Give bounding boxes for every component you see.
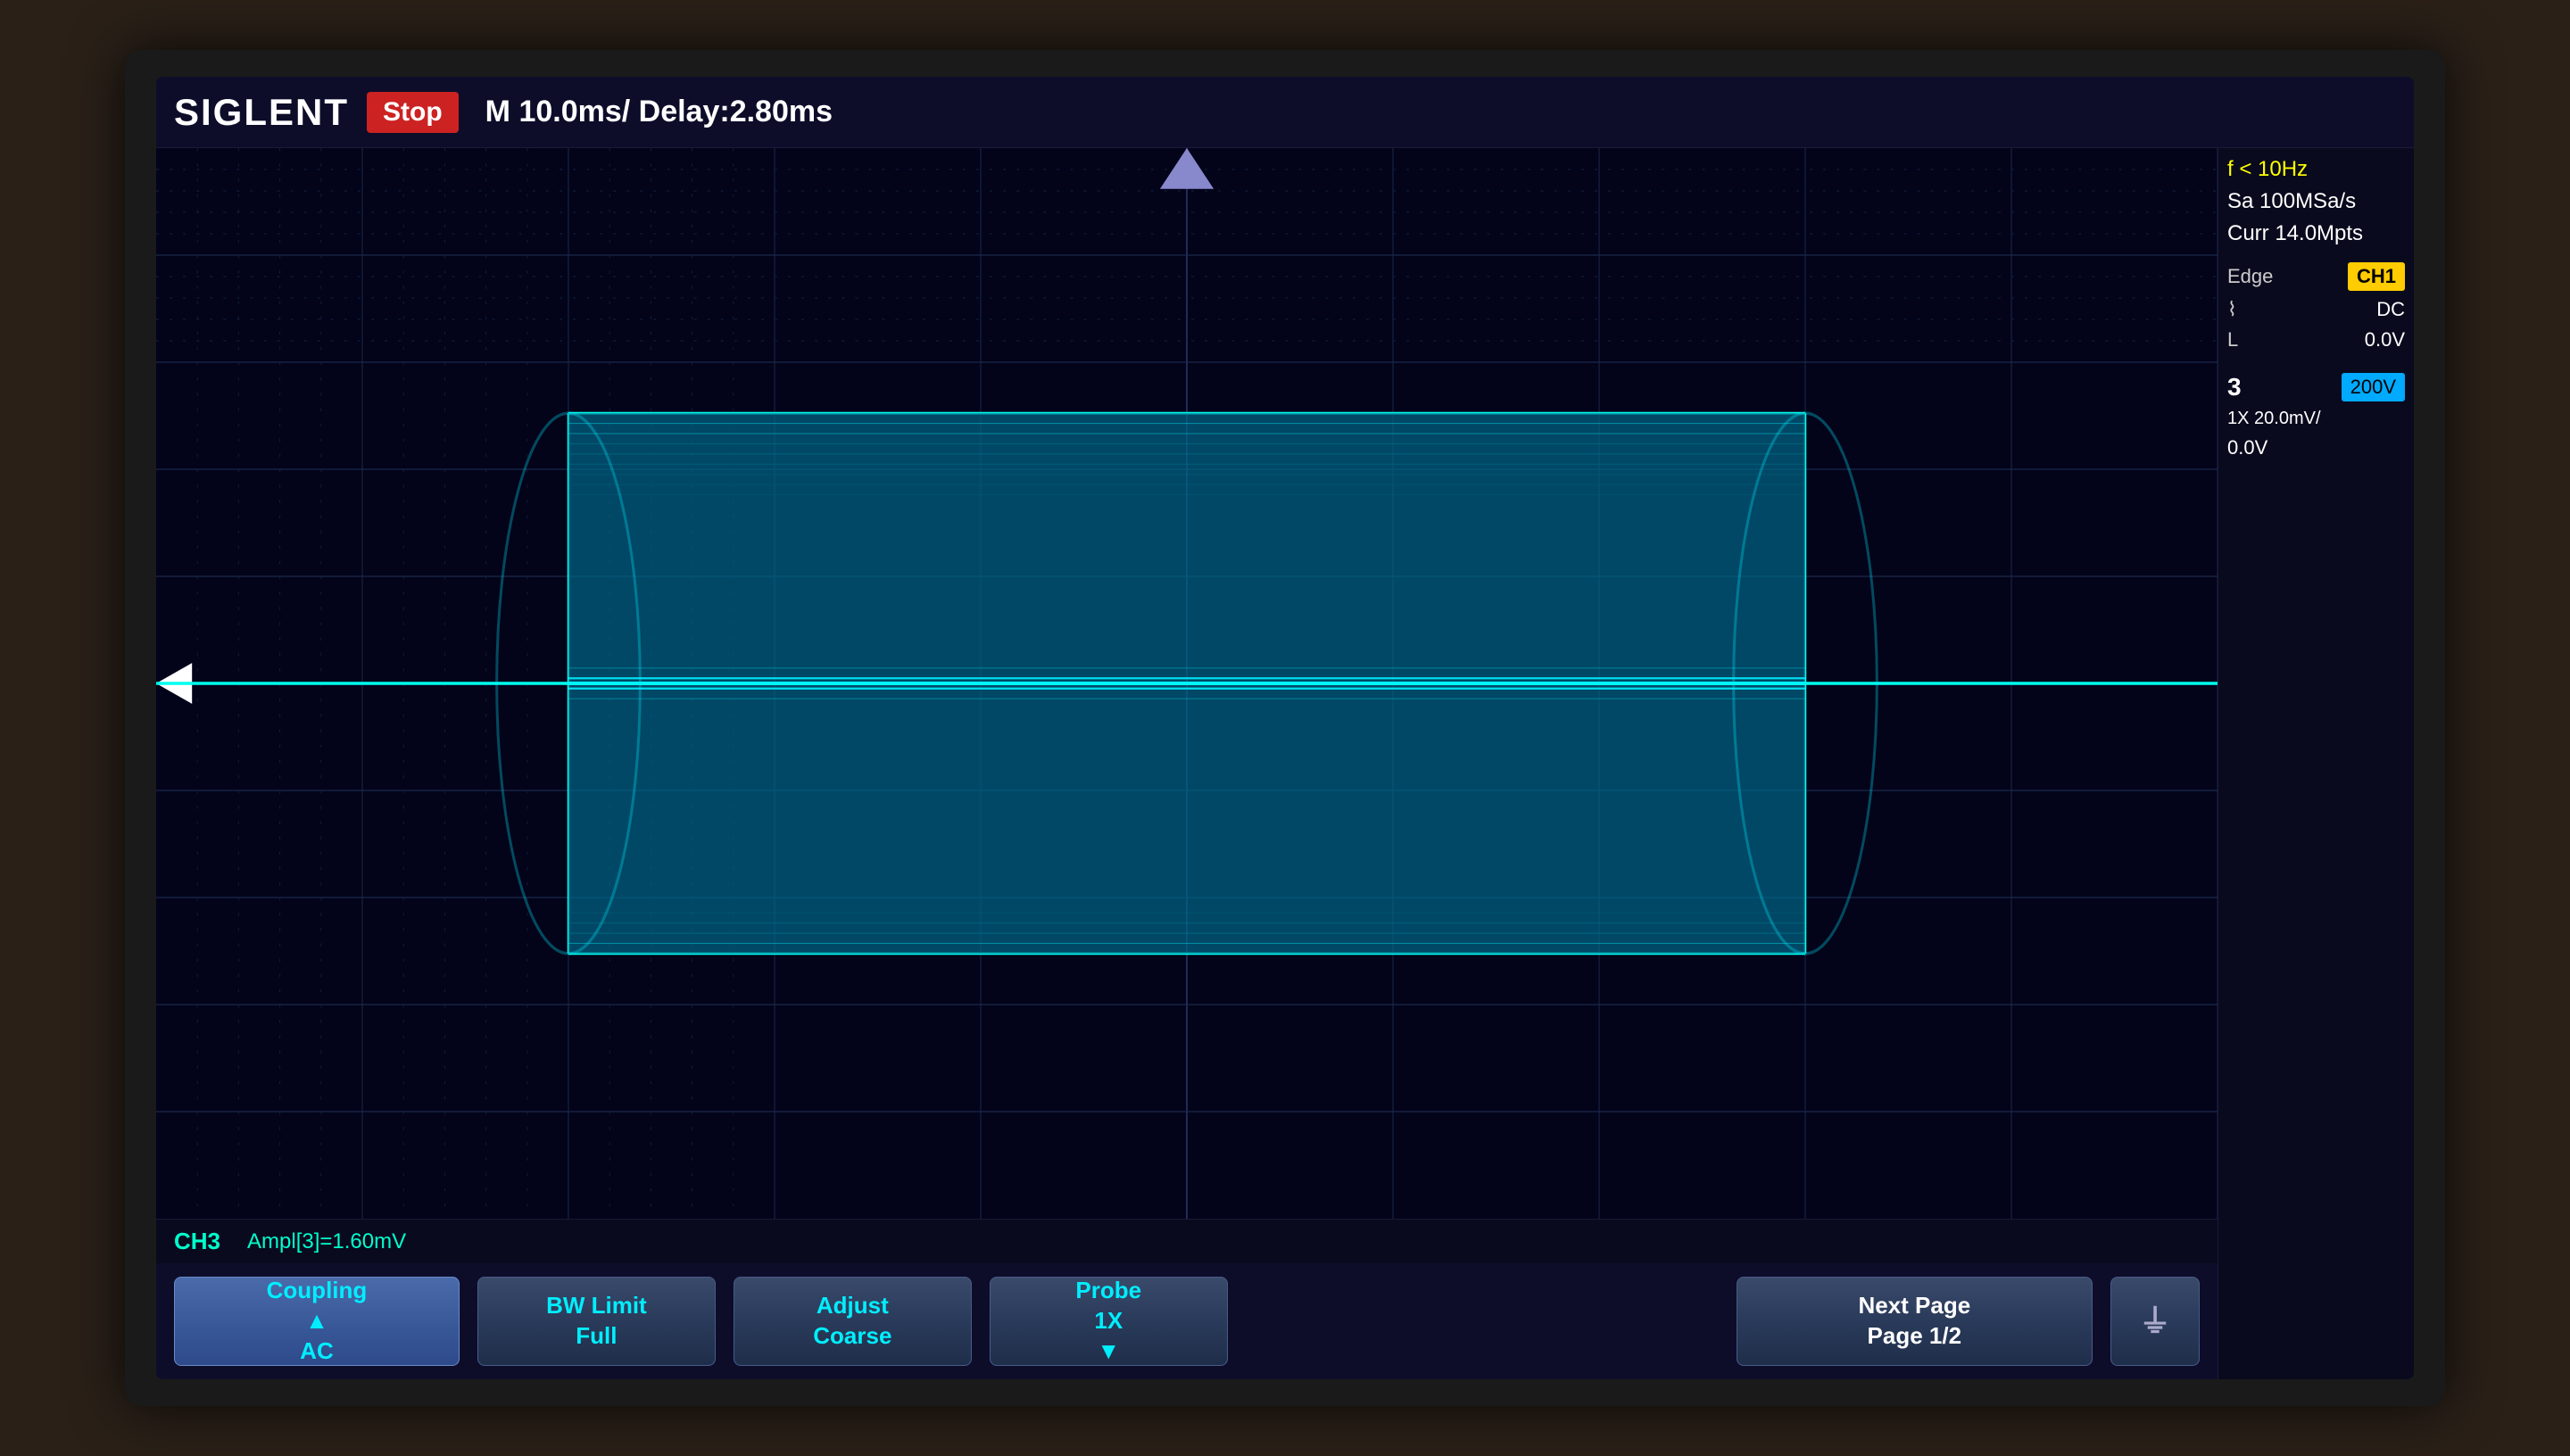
- coupling-button[interactable]: Coupling ▲ AC: [174, 1277, 460, 1366]
- ground-icon: ⏚: [2139, 1301, 2171, 1343]
- probe-label: 1X 20.0mV/: [2227, 409, 2321, 429]
- offset-value: 0.0V: [2227, 436, 2267, 459]
- next-btn-line1: Next Page: [1858, 1291, 1970, 1321]
- slope-row: ⌇ DC: [2227, 298, 2405, 321]
- freq-label: f < 10Hz: [2227, 157, 2308, 182]
- edge-row: Edge CH1: [2227, 262, 2405, 291]
- sa-row: Sa 100MSa/s: [2227, 189, 2405, 214]
- bw-limit-button[interactable]: BW Limit Full: [477, 1277, 716, 1366]
- ch3-label: CH3: [174, 1228, 220, 1255]
- next-btn-line2: Page 1/2: [1868, 1321, 1962, 1352]
- probe-mv-row: 1X 20.0mV/: [2227, 409, 2405, 429]
- grid-svg: [156, 148, 2218, 1219]
- probe-btn-line2: 1X: [1094, 1306, 1123, 1336]
- adj-btn-line2: Coarse: [813, 1321, 891, 1352]
- l-row: L 0.0V: [2227, 328, 2405, 352]
- status-bar: CH3 Ampl[3]=1.60mV: [156, 1219, 2218, 1263]
- edge-label: Edge: [2227, 265, 2273, 288]
- ch-number: 3: [2227, 373, 2242, 401]
- ground-symbol-button[interactable]: ⏚: [2110, 1277, 2200, 1366]
- coupling-btn-line2: AC: [300, 1336, 334, 1367]
- monitor-inner: SIGLENT Stop M 10.0ms/ Delay:2.80ms: [156, 77, 2414, 1379]
- grid-container: [156, 148, 2218, 1219]
- l-value: 0.0V: [2365, 328, 2405, 352]
- scope-area: CH3 Ampl[3]=1.60mV Coupling ▲ AC BW Limi…: [156, 148, 2218, 1379]
- time-info: M 10.0ms/ Delay:2.80ms: [485, 95, 833, 129]
- coupling-btn-arrow: ▲: [305, 1306, 328, 1336]
- stop-badge[interactable]: Stop: [367, 92, 459, 133]
- l-label: L: [2227, 328, 2238, 352]
- sa-label: Sa 100MSa/s: [2227, 189, 2356, 214]
- probe-btn-line1: Probe: [1075, 1276, 1141, 1306]
- slope-symbol: ⌇: [2227, 298, 2237, 321]
- ch1-badge: CH1: [2348, 262, 2405, 291]
- ampl-label: Ampl[3]=1.60mV: [247, 1229, 406, 1254]
- offset-row: 0.0V: [2227, 436, 2405, 459]
- header-bar: SIGLENT Stop M 10.0ms/ Delay:2.80ms: [156, 77, 2414, 148]
- main-content: CH3 Ampl[3]=1.60mV Coupling ▲ AC BW Limi…: [156, 148, 2414, 1379]
- adj-btn-line1: Adjust: [817, 1291, 889, 1321]
- side-panel: f < 10Hz Sa 100MSa/s Curr 14.0Mpts Edge …: [2218, 148, 2414, 1379]
- button-bar: Coupling ▲ AC BW Limit Full Adjust Coars…: [156, 1263, 2218, 1379]
- curr-label: Curr 14.0Mpts: [2227, 221, 2363, 246]
- ch-num-row: 3 200V: [2227, 373, 2405, 401]
- bw-btn-line2: Full: [576, 1321, 617, 1352]
- freq-row: f < 10Hz: [2227, 157, 2405, 182]
- brand-logo: SIGLENT: [174, 91, 349, 134]
- ch1-highlight: 200V: [2342, 373, 2405, 401]
- curr-row: Curr 14.0Mpts: [2227, 221, 2405, 246]
- coupling-btn-line1: Coupling: [267, 1276, 368, 1306]
- dc-label: DC: [2376, 298, 2405, 321]
- probe-button[interactable]: Probe 1X ▼: [990, 1277, 1228, 1366]
- bw-btn-line1: BW Limit: [546, 1291, 647, 1321]
- probe-btn-arrow: ▼: [1097, 1336, 1120, 1367]
- monitor-outer: SIGLENT Stop M 10.0ms/ Delay:2.80ms: [125, 50, 2445, 1406]
- adjust-coarse-button[interactable]: Adjust Coarse: [734, 1277, 972, 1366]
- next-page-button[interactable]: Next Page Page 1/2: [1737, 1277, 2093, 1366]
